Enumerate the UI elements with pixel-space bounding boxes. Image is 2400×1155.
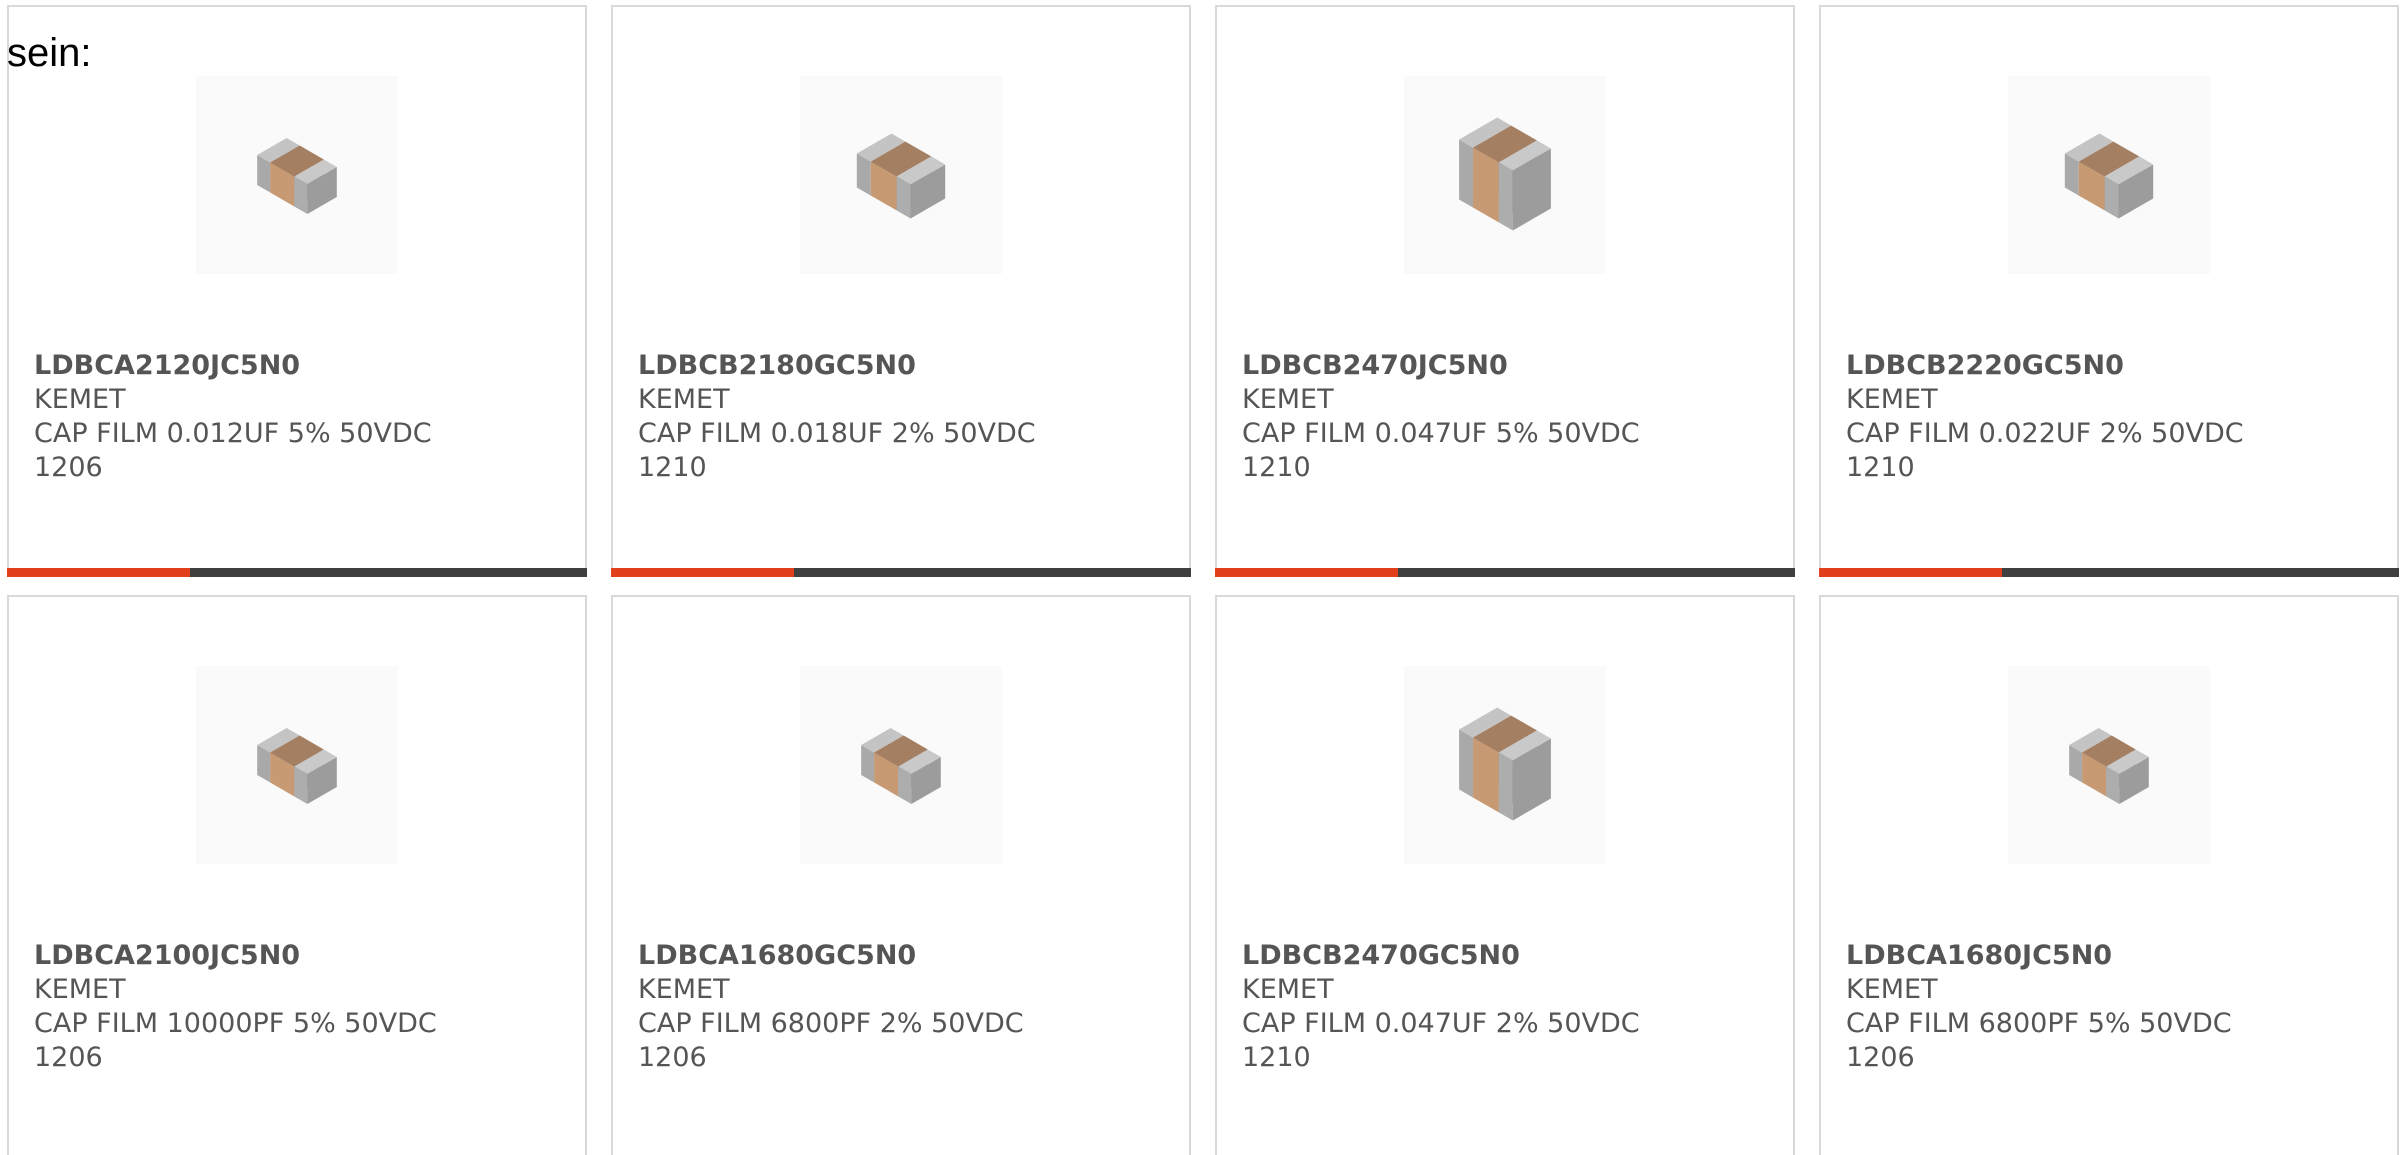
manufacturer: KEMET	[1846, 384, 1938, 415]
part-number[interactable]: LDBCB2220GC5N0	[1846, 349, 2377, 383]
product-info: LDBCA1680GC5N0 KEMET CAP FILM 6800PF 2% …	[638, 939, 1169, 1075]
product-info: LDBCA2100JC5N0 KEMET CAP FILM 10000PF 5%…	[34, 939, 565, 1075]
part-number[interactable]: LDBCA1680GC5N0	[638, 939, 1169, 973]
package: 1206	[34, 452, 103, 483]
product-info: LDBCB2470GC5N0 KEMET CAP FILM 0.047UF 2%…	[1242, 939, 1773, 1075]
product-card[interactable]: LDBCB2220GC5N0 KEMET CAP FILM 0.022UF 2%…	[1819, 5, 2399, 577]
description: CAP FILM 0.022UF 2% 50VDC	[1846, 418, 2244, 449]
product-card[interactable]: LDBCB2180GC5N0 KEMET CAP FILM 0.018UF 2%…	[611, 5, 1191, 577]
description: CAP FILM 0.047UF 5% 50VDC	[1242, 418, 1640, 449]
product-info: LDBCA1680JC5N0 KEMET CAP FILM 6800PF 5% …	[1846, 939, 2377, 1075]
smd-capacitor-chip-icon	[800, 666, 1002, 864]
product-card[interactable]: LDBCB2470GC5N0 KEMET CAP FILM 0.047UF 2%…	[1215, 595, 1795, 1155]
chip-drawing	[1459, 707, 1551, 821]
part-number[interactable]: LDBCA2100JC5N0	[34, 939, 565, 973]
description: CAP FILM 10000PF 5% 50VDC	[34, 1008, 437, 1039]
manufacturer: KEMET	[34, 384, 126, 415]
smd-capacitor-chip-icon	[2008, 76, 2210, 274]
chip-drawing	[861, 728, 941, 804]
smd-capacitor-chip-icon	[800, 76, 1002, 274]
chip-drawing	[2069, 728, 2149, 804]
description: CAP FILM 6800PF 2% 50VDC	[638, 1008, 1024, 1039]
part-number[interactable]: LDBCA2120JC5N0	[34, 349, 565, 383]
chip-drawing	[856, 133, 946, 219]
product-info: LDBCA2120JC5N0 KEMET CAP FILM 0.012UF 5%…	[34, 349, 565, 485]
manufacturer: KEMET	[638, 384, 730, 415]
chip-drawing	[1459, 117, 1551, 231]
chip-drawing	[257, 138, 337, 214]
product-grid: LDBCA2120JC5N0 KEMET CAP FILM 0.012UF 5%…	[7, 5, 2399, 1155]
description: CAP FILM 0.047UF 2% 50VDC	[1242, 1008, 1640, 1039]
smd-capacitor-chip-icon	[1404, 666, 1606, 864]
smd-capacitor-chip-icon	[196, 76, 398, 274]
manufacturer: KEMET	[1242, 974, 1334, 1005]
product-card[interactable]: LDBCA1680JC5N0 KEMET CAP FILM 6800PF 5% …	[1819, 595, 2399, 1155]
part-number[interactable]: LDBCA1680JC5N0	[1846, 939, 2377, 973]
package: 1206	[638, 1042, 707, 1073]
chip-drawing	[2064, 133, 2154, 219]
progress-bar	[1215, 568, 1795, 577]
smd-capacitor-chip-icon	[2008, 666, 2210, 864]
progress-bar-fill	[611, 568, 794, 577]
package: 1206	[1846, 1042, 1915, 1073]
manufacturer: KEMET	[1242, 384, 1334, 415]
progress-bar-fill	[1215, 568, 1398, 577]
description: CAP FILM 0.012UF 5% 50VDC	[34, 418, 432, 449]
product-info: LDBCB2180GC5N0 KEMET CAP FILM 0.018UF 2%…	[638, 349, 1169, 485]
part-number[interactable]: LDBCB2470JC5N0	[1242, 349, 1773, 383]
product-card[interactable]: LDBCA1680GC5N0 KEMET CAP FILM 6800PF 2% …	[611, 595, 1191, 1155]
progress-bar-fill	[7, 568, 190, 577]
package: 1210	[1846, 452, 1915, 483]
package: 1210	[638, 452, 707, 483]
intro-text: sein:	[7, 31, 92, 75]
progress-bar-fill	[1819, 568, 2002, 577]
package: 1210	[1242, 1042, 1311, 1073]
product-info: LDBCB2470JC5N0 KEMET CAP FILM 0.047UF 5%…	[1242, 349, 1773, 485]
progress-bar	[7, 568, 587, 577]
description: CAP FILM 6800PF 5% 50VDC	[1846, 1008, 2232, 1039]
product-card[interactable]: LDBCA2100JC5N0 KEMET CAP FILM 10000PF 5%…	[7, 595, 587, 1155]
description: CAP FILM 0.018UF 2% 50VDC	[638, 418, 1036, 449]
smd-capacitor-chip-icon	[1404, 76, 1606, 274]
manufacturer: KEMET	[1846, 974, 1938, 1005]
part-number[interactable]: LDBCB2180GC5N0	[638, 349, 1169, 383]
product-card[interactable]: LDBCA2120JC5N0 KEMET CAP FILM 0.012UF 5%…	[7, 5, 587, 577]
progress-bar	[611, 568, 1191, 577]
product-info: LDBCB2220GC5N0 KEMET CAP FILM 0.022UF 2%…	[1846, 349, 2377, 485]
smd-capacitor-chip-icon	[196, 666, 398, 864]
chip-drawing	[257, 728, 337, 804]
progress-bar	[1819, 568, 2399, 577]
package: 1206	[34, 1042, 103, 1073]
page: LDBCA2120JC5N0 KEMET CAP FILM 0.012UF 5%…	[0, 0, 2400, 1155]
part-number[interactable]: LDBCB2470GC5N0	[1242, 939, 1773, 973]
manufacturer: KEMET	[638, 974, 730, 1005]
manufacturer: KEMET	[34, 974, 126, 1005]
product-card[interactable]: LDBCB2470JC5N0 KEMET CAP FILM 0.047UF 5%…	[1215, 5, 1795, 577]
package: 1210	[1242, 452, 1311, 483]
